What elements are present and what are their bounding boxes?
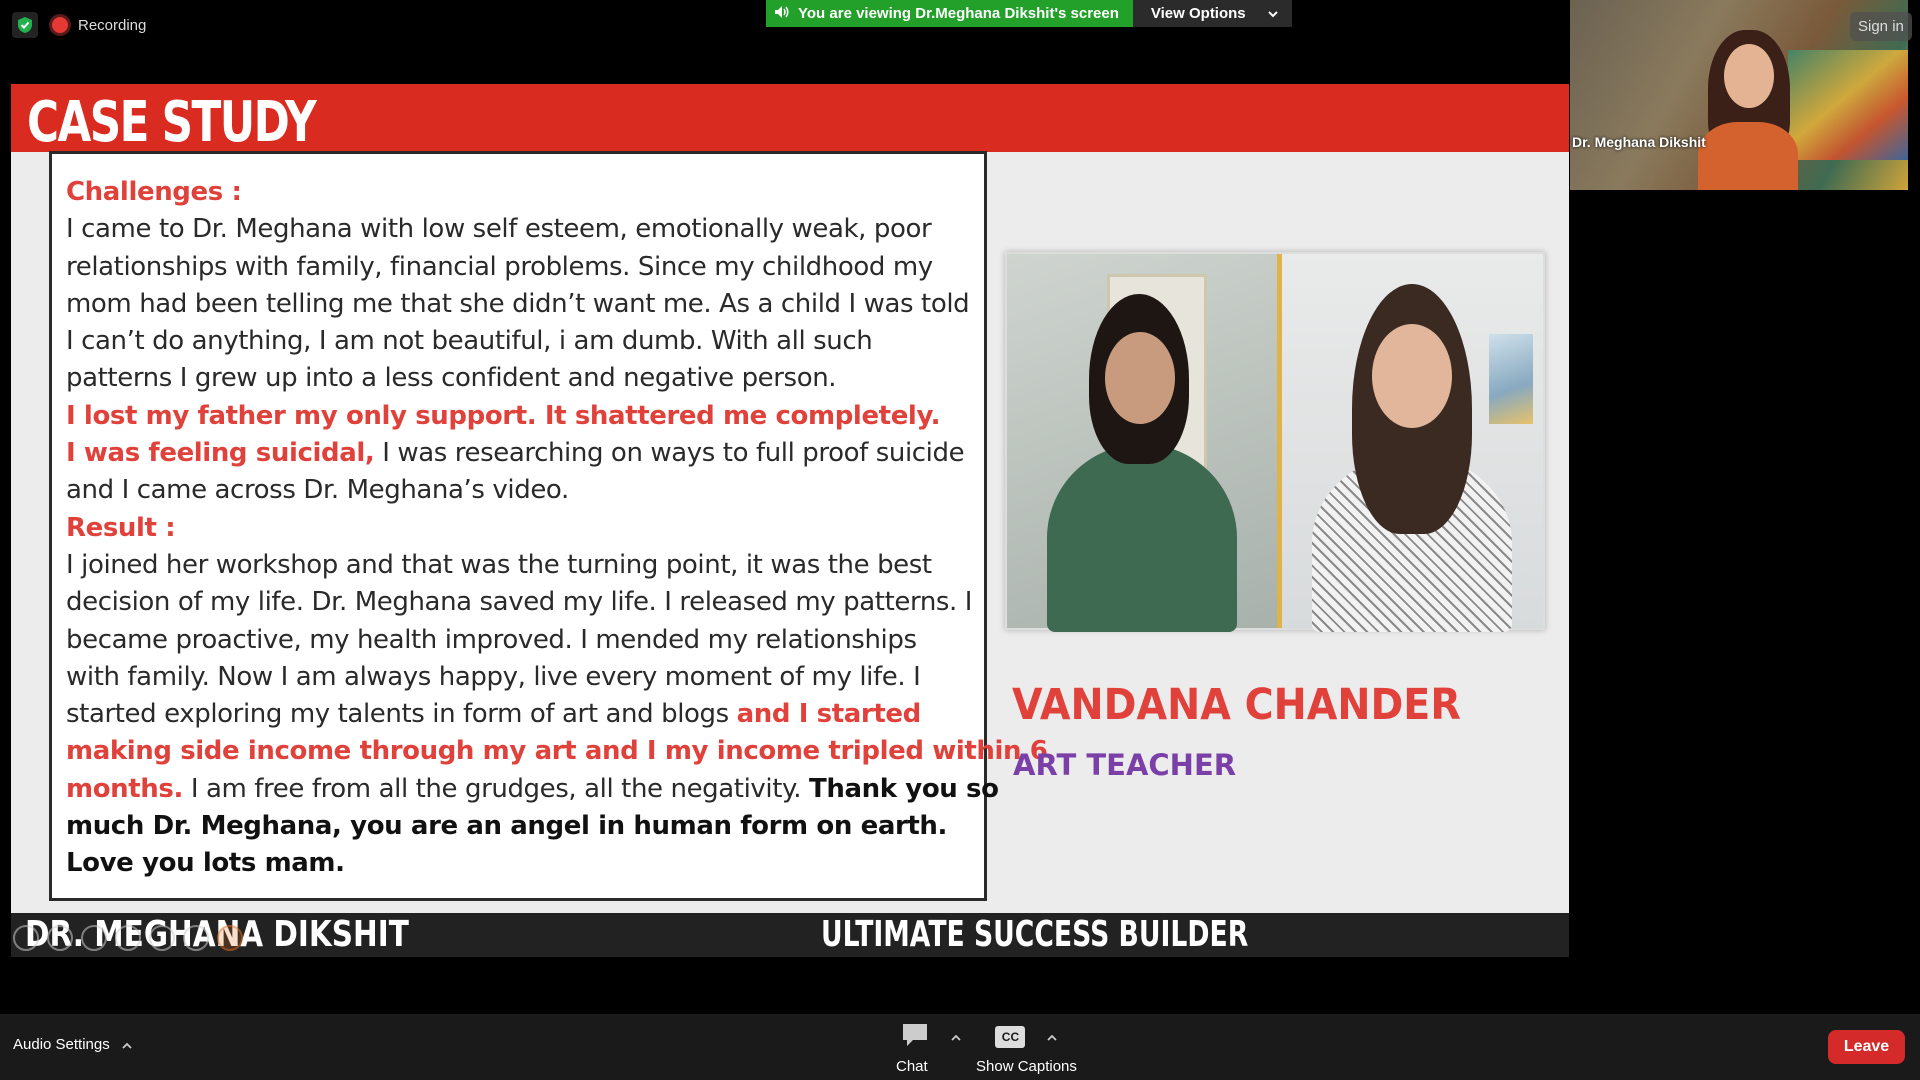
testimonial-textbox: Challenges : I came to Dr. Meghana with … — [49, 151, 1048, 901]
highlight-line: I lost my father my only support. It sha… — [66, 400, 941, 431]
participant-figure — [1698, 30, 1798, 190]
zoom-icon[interactable] — [149, 925, 175, 951]
previous-slide-icon[interactable] — [13, 925, 39, 951]
text-line: I can’t do anything, I am not beautiful,… — [66, 326, 873, 357]
audio-settings-label: Audio Settings — [13, 1036, 110, 1053]
viewing-text: You are viewing Dr.Meghana Dikshit's scr… — [798, 5, 1119, 22]
participant-face — [1724, 44, 1774, 108]
slide-title: CASE STUDY — [27, 90, 317, 155]
person-face — [1372, 324, 1452, 428]
text-line: and I came across Dr. Meghana’s video. — [66, 475, 569, 506]
chat-bubble-icon — [901, 1022, 929, 1052]
show-captions-button[interactable]: CC Show Captions — [976, 1022, 1077, 1075]
after-photo — [1282, 254, 1543, 632]
pen-icon[interactable] — [81, 925, 107, 951]
text-line: decision of my life. Dr. Meghana saved m… — [66, 587, 973, 618]
more-options-icon[interactable] — [183, 925, 209, 951]
highlight-text: months. — [66, 773, 183, 804]
testimonial-person-role: ART TEACHER — [1013, 748, 1237, 782]
text-line: I was feeling suicidal, I was researchin… — [66, 435, 970, 472]
result-heading: Result : — [66, 512, 176, 543]
chat-button[interactable]: Chat — [896, 1022, 966, 1075]
text-line: I joined her workshop and that was the t… — [66, 549, 932, 580]
captions-label: Show Captions — [976, 1058, 1077, 1075]
highlight-text: and I started — [736, 699, 922, 730]
presentation-controls — [13, 925, 243, 951]
slide-footer: DR. MEGHANA DIKSHIT ULTIMATE SUCCESS BUI… — [11, 913, 1569, 957]
text-line: started exploring my talents in form of … — [66, 696, 970, 733]
participant-name-label: Dr. Meghana Dikshit — [1572, 134, 1706, 150]
text-line: mom had been telling me that she didn’t … — [66, 288, 970, 319]
person-body — [1047, 444, 1237, 632]
recording-dot-icon — [52, 17, 68, 33]
audio-settings-button[interactable]: Audio Settings — [13, 1036, 132, 1053]
text-line: relationships with family, financial pro… — [66, 251, 933, 282]
screen-share-banner: You are viewing Dr.Meghana Dikshit's scr… — [766, 0, 1292, 27]
view-options-button[interactable]: View Options — [1132, 0, 1292, 27]
footer-tagline: ULTIMATE SUCCESS BUILDER — [821, 914, 1249, 955]
testimonial-person-name: VANDANA CHANDER — [1012, 680, 1461, 730]
bold-text: Thank you so — [809, 773, 999, 804]
person-face — [1105, 332, 1175, 424]
text-line: months. I am free from all the grudges, … — [66, 771, 999, 808]
recording-indicator[interactable]: Recording — [52, 17, 146, 34]
shared-screen-slide: CASE STUDY Challenges : I came to Dr. Me… — [11, 84, 1569, 957]
sign-in-button[interactable]: Sign in — [1850, 12, 1912, 41]
wall-painting — [1489, 334, 1533, 424]
security-shield-icon[interactable] — [12, 12, 38, 38]
text-segment: I was researching on ways to full proof … — [374, 438, 965, 469]
text-line: with family. Now I am always happy, live… — [66, 661, 921, 692]
text-segment: started exploring my talents in form of … — [66, 699, 737, 730]
text-segment: I am free from all the grudges, all the … — [182, 773, 810, 804]
chevron-down-icon — [1267, 5, 1278, 22]
meeting-toolbar: Audio Settings Chat CC Show Captions Lea… — [0, 1014, 1920, 1080]
meeting-window: Recording You are viewing Dr.Meghana Dik… — [0, 0, 1920, 1080]
text-line: patterns I grew up into a less confident… — [66, 363, 837, 394]
highlight-text: I was feeling suicidal, — [66, 438, 375, 469]
highlight-line: making side income through my art and I … — [66, 736, 1048, 767]
bold-line: Love you lots mam. — [66, 848, 345, 879]
play-icon[interactable] — [47, 925, 73, 951]
chevron-up-icon[interactable] — [122, 1036, 132, 1053]
chevron-up-icon[interactable] — [951, 1030, 961, 1044]
chat-label: Chat — [896, 1058, 928, 1075]
closed-captions-icon: CC — [995, 1026, 1026, 1048]
participant-body — [1698, 122, 1798, 190]
meeting-status-bar: Recording — [12, 12, 146, 38]
before-photo — [1007, 254, 1282, 632]
text-line: I came to Dr. Meghana with low self este… — [66, 214, 932, 245]
view-options-label: View Options — [1150, 5, 1246, 22]
leave-button[interactable]: Leave — [1828, 1030, 1905, 1064]
testimonial-photos — [1005, 252, 1545, 632]
recording-label: Recording — [78, 16, 147, 34]
viewing-notice: You are viewing Dr.Meghana Dikshit's scr… — [766, 0, 1133, 27]
challenges-heading: Challenges : — [66, 177, 242, 207]
background-artwork — [1788, 50, 1908, 160]
pointer-icon[interactable] — [217, 925, 243, 951]
text-line: became proactive, my health improved. I … — [66, 624, 917, 655]
speaker-icon — [774, 5, 790, 23]
chevron-up-icon[interactable] — [1047, 1030, 1058, 1044]
bold-line: much Dr. Meghana, you are an angel in hu… — [66, 811, 948, 842]
slides-grid-icon[interactable] — [115, 925, 141, 951]
slide-header-bar: CASE STUDY — [11, 84, 1569, 155]
